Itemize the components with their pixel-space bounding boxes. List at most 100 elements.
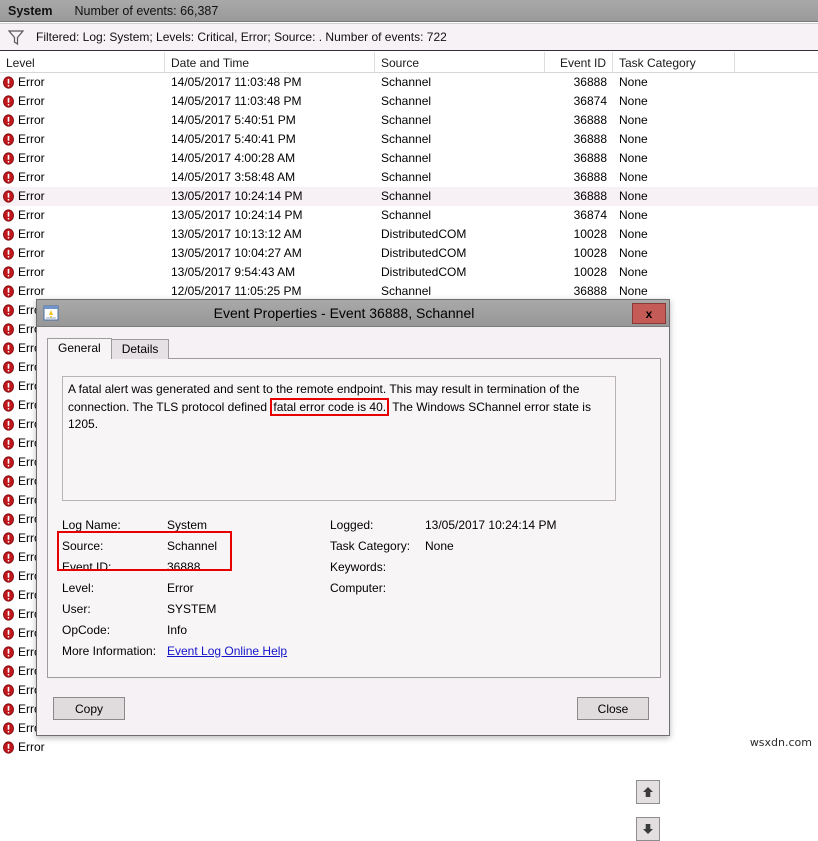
cell-level: Error [0,92,165,111]
table-row[interactable]: Error 13/05/2017 10:24:14 PM Schannel 36888… [0,187,818,206]
cell-task-category: None [619,113,648,127]
table-row[interactable]: Error 14/05/2017 5:40:51 PM Schannel 36888 N… [0,111,818,130]
cell-level: Error [0,263,165,282]
cell-source: Schannel [381,75,432,89]
table-row[interactable]: Error [0,738,818,754]
error-icon [3,456,14,469]
task-category-field-label: Task Category: [330,538,411,553]
cell-event-id: 36888 [573,189,607,203]
computer-field-label: Computer: [330,580,387,595]
cell-task-category: None [619,189,648,203]
cell-event-id: 10028 [573,227,607,241]
cell-date: 14/05/2017 5:40:51 PM [171,113,296,127]
cell-event-id: 36888 [573,75,607,89]
user-field-label: User: [62,601,91,616]
cell-task-category: None [619,246,648,260]
cell-level-label: Error [18,246,45,260]
detail-row-log-name: Log Name: System Logged: 13/05/2017 10:2… [62,514,648,535]
arrow-down-icon[interactable] [636,817,660,841]
event-id-field-label: Event ID: [62,559,112,574]
cell-level: Error [0,168,165,187]
cell-level-label: Error [18,227,45,241]
table-row[interactable]: Error 13/05/2017 9:54:43 AM DistributedCOM… [0,263,818,282]
dialog-footer: Copy Close [37,683,669,735]
table-row[interactable]: Error 14/05/2017 3:58:48 AM Schannel 36888 N… [0,168,818,187]
error-icon [3,570,14,583]
logged-field-value: 13/05/2017 10:24:14 PM [425,517,557,532]
cell-level-label: Error [18,208,45,222]
error-icon [3,152,14,165]
cell-event-id: 36888 [573,113,607,127]
error-icon [3,437,14,450]
site-watermark: wsxdn.com [749,736,812,749]
detail-row-source: Source: Schannel Task Category: None [62,535,648,556]
arrow-up-icon[interactable] [636,780,660,804]
source-field-value: Schannel [167,538,218,553]
table-row[interactable]: Error 13/05/2017 10:24:14 PM Schannel 36874… [0,206,818,225]
error-icon [3,741,14,754]
table-row[interactable]: Error 14/05/2017 11:03:48 PM Schannel 36888… [0,73,818,92]
cell-date: 14/05/2017 11:03:48 PM [171,75,302,89]
error-icon [3,361,14,374]
table-row[interactable]: Error 14/05/2017 5:40:41 PM Schannel 36888 N… [0,130,818,149]
event-detail-fields: Log Name: System Logged: 13/05/2017 10:2… [62,514,648,661]
column-header-task-category[interactable]: Task Category [613,52,735,72]
table-row[interactable]: Error 13/05/2017 10:04:27 AM DistributedCO… [0,244,818,263]
error-icon [3,190,14,203]
column-header-date-and-time[interactable]: Date and Time [165,52,375,72]
filter-description-label: Filtered: Log: System; Levels: Critical,… [36,30,447,44]
error-icon [3,399,14,412]
error-icon [3,703,14,716]
event-description-box[interactable]: A fatal alert was generated and sent to … [62,376,616,501]
event-properties-icon [43,305,59,321]
cell-event-id: 36874 [573,208,607,222]
cell-level: Error [0,206,165,225]
opcode-field-label: OpCode: [62,622,111,637]
detail-row-user: User: SYSTEM [62,598,648,619]
cell-level-label: Error [18,189,45,203]
tab-details[interactable]: Details [110,339,170,359]
column-header-blank[interactable] [735,52,818,72]
log-name-field-label: Log Name: [62,517,121,532]
dialog-tab-strip[interactable]: General Details [47,338,170,359]
cell-date: 14/05/2017 11:03:48 PM [171,94,302,108]
column-header-source[interactable]: Source [375,52,545,72]
table-row[interactable]: Error 14/05/2017 11:03:48 PM Schannel 36874… [0,92,818,111]
cell-date: 14/05/2017 4:00:28 AM [171,151,296,165]
filter-bar[interactable]: Filtered: Log: System; Levels: Critical,… [0,23,818,51]
detail-row-event-id: Event ID: 36888 Keywords: [62,556,648,577]
error-icon [3,475,14,488]
table-row[interactable]: Error 14/05/2017 4:00:28 AM Schannel 36888 N… [0,149,818,168]
tab-general[interactable]: General [47,338,112,359]
column-header-level[interactable]: Level [0,52,165,72]
error-icon [3,380,14,393]
copy-button[interactable]: Copy [53,697,125,720]
error-icon [3,418,14,431]
cell-level-label: Error [18,75,45,89]
cell-level: Error [0,111,165,130]
cell-source: Schannel [381,208,432,222]
error-icon [3,589,14,602]
event-list-header[interactable]: Level Date and Time Source Event ID Task… [0,52,818,73]
cell-source: Schannel [381,189,432,203]
cell-source: Schannel [381,113,432,127]
close-icon[interactable]: x [632,303,666,324]
level-field-value: Error [167,580,194,595]
column-header-event-id[interactable]: Event ID [545,52,613,72]
table-row[interactable]: Error 13/05/2017 10:13:12 AM DistributedCO… [0,225,818,244]
dialog-title-bar[interactable]: Event Properties - Event 36888, Schannel… [37,300,669,327]
error-icon [3,551,14,564]
cell-level-label: Error [18,170,45,184]
cell-level-label: Error [18,151,45,165]
error-icon [3,608,14,621]
general-tab-panel: A fatal alert was generated and sent to … [47,358,661,841]
cell-task-category: None [619,208,648,222]
cell-date: 13/05/2017 10:04:27 AM [171,246,302,260]
close-button[interactable]: Close [577,697,649,720]
cell-level: Error [0,225,165,244]
logged-field-label: Logged: [330,517,374,532]
event-log-online-help-link[interactable]: Event Log Online Help [167,644,287,658]
cell-event-id: 10028 [573,246,607,260]
event-properties-dialog[interactable]: Event Properties - Event 36888, Schannel… [36,299,670,841]
cell-task-category: None [619,132,648,146]
